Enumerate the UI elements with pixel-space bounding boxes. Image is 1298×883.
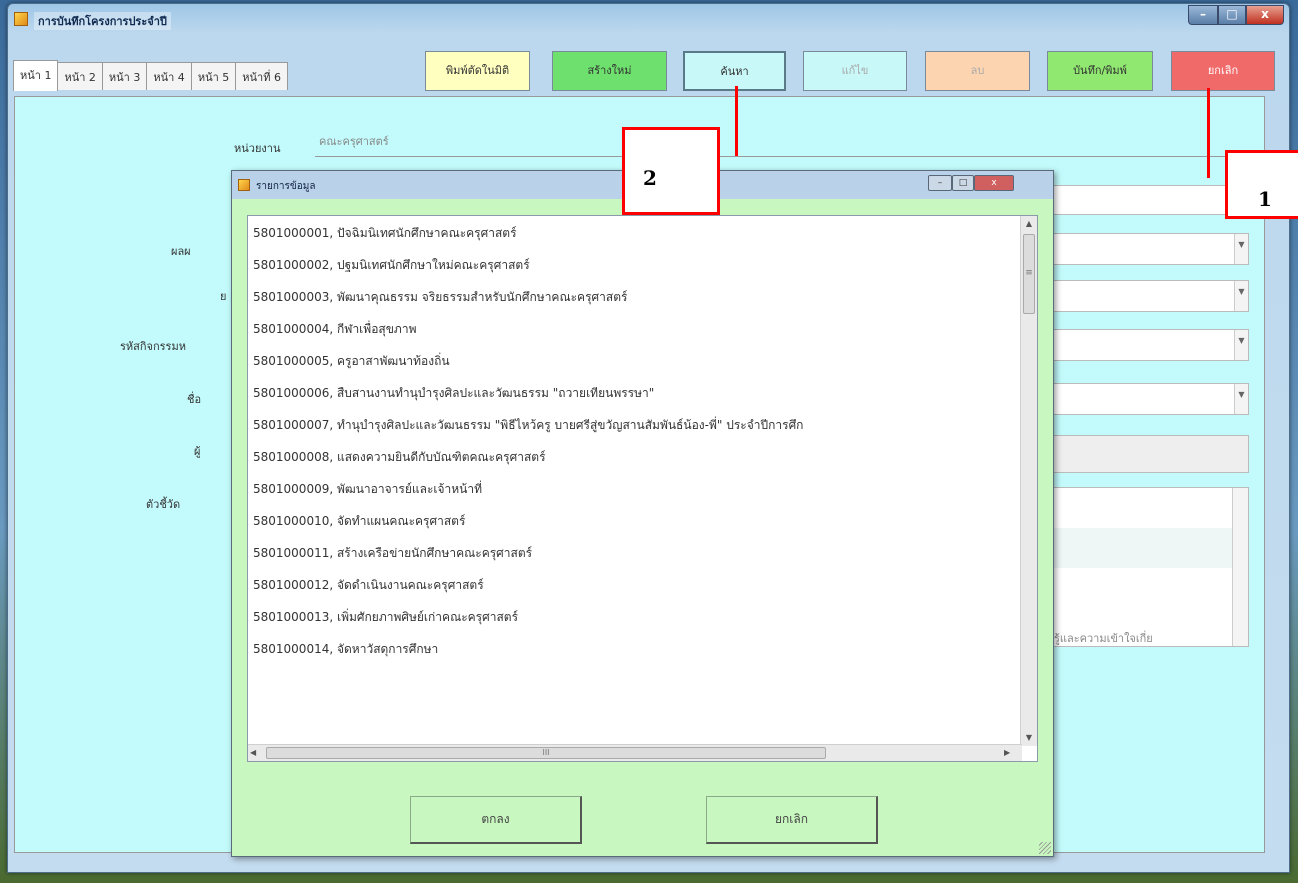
callout-2-line [735,86,738,156]
minimize-button[interactable]: – [1188,5,1218,25]
tab-strip: หน้า 1 หน้า 2 หน้า 3 หน้า 4 หน้า 5 หน้าท… [13,60,288,92]
unit-field[interactable]: คณะครุศาสตร์ [315,131,1245,157]
cancel-button[interactable]: ยกเลิก [1171,51,1275,91]
tab-page-2[interactable]: หน้า 2 [57,62,103,90]
output-dropdown[interactable]: ▼ [1053,233,1249,265]
ok-button[interactable]: ตกลง [410,796,582,844]
list-item[interactable]: 5801000009, พัฒนาอาจารย์และเจ้าหน้าที่ [248,472,1037,504]
create-button[interactable]: สร้างใหม่ [552,51,667,91]
horizontal-scrollbar[interactable]: ◀ III ▶ [248,744,1022,761]
callout-2: 2 [622,127,720,215]
scrollbar[interactable] [1232,488,1248,646]
list-row [1054,528,1232,568]
label-name: ชื่อ [187,393,202,406]
window-title: การบันทึกโครงการประจำปี [34,12,171,30]
save-print-button[interactable]: บันทึก/พิมพ์ [1047,51,1153,91]
callout-1-line [1207,88,1210,178]
tab-page-1[interactable]: หน้า 1 [13,60,59,91]
label-2: ย [220,290,227,303]
chevron-down-icon[interactable]: ▼ [1234,234,1248,264]
list-item[interactable]: 5801000013, เพิ่มศักยภาพศิษย์เก่าคณะครุศ… [248,600,1037,632]
print-all-button[interactable]: พิมพ์ตัดในมิติ [425,51,530,91]
list-item[interactable]: 5801000005, ครูอาสาพัฒนาท้องถิ่น [248,344,1037,376]
resize-grip-icon[interactable] [1039,842,1051,854]
list-item[interactable]: 5801000003, พัฒนาคุณธรรม จริยธรรมสำหรับน… [248,280,1037,312]
dialog-cancel-button[interactable]: ยกเลิก [706,796,878,844]
list-item[interactable]: 5801000007, ทำนุบำรุงศิลปะและวัฒนธรรม "พ… [248,408,1037,440]
delete-button[interactable]: ลบ [925,51,1030,91]
close-button[interactable]: x [1246,5,1284,25]
unit-label: หน่วยงาน [234,142,281,155]
indicator-text: รู้และความเข้าใจเกี่ย [1054,632,1153,645]
search-button[interactable]: ค้นหา [683,51,786,91]
chevron-down-icon[interactable]: ▼ [1234,330,1248,360]
list-item[interactable]: 5801000004, กีฬาเพื่อสุขภาพ [248,312,1037,344]
tab-page-3[interactable]: หน้า 3 [101,62,148,90]
dialog-minimize-button[interactable]: – [928,175,952,191]
dialog-maximize-button[interactable]: □ [952,175,974,191]
label-activity-code: รหัสกิจกรรมห [120,340,186,353]
list-item[interactable]: 5801000011, สร้างเครือข่ายนักศึกษาคณะครุ… [248,536,1037,568]
list-item[interactable]: 5801000002, ปฐมนิเทศนักศึกษาใหม่คณะครุศา… [248,248,1037,280]
scroll-right-icon[interactable]: ▶ [1004,745,1018,761]
edit-button[interactable]: แก้ไข [803,51,907,91]
horizontal-scroll-thumb[interactable]: III [266,747,826,759]
app-icon [14,12,28,26]
dropdown-2[interactable]: ▼ [1053,280,1249,312]
scroll-up-icon[interactable]: ▲ [1021,216,1037,232]
activity-code-dropdown[interactable]: ▼ [1053,329,1249,361]
vertical-scroll-thumb[interactable]: ≡ [1023,234,1035,314]
dialog-title: รายการข้อมูล [256,181,316,192]
label-owner: ผู้ [194,445,201,458]
list-item[interactable]: 5801000012, จัดดำเนินงานคณะครุศาสตร์ [248,568,1037,600]
owner-field[interactable] [1053,435,1249,473]
title-bar[interactable]: การบันทึกโครงการประจำปี – □ x [8,4,1289,34]
scroll-down-icon[interactable]: ▼ [1021,730,1037,746]
list-item[interactable]: 5801000006, สืบสานงานทำนุบำรุงศิลปะและวั… [248,376,1037,408]
dialog-close-button[interactable]: x [974,175,1014,191]
indicator-list[interactable]: รู้และความเข้าใจเกี่ย [1053,487,1249,647]
label-output: ผลผ [171,245,191,258]
label-indicator: ตัวชี้วัด [146,498,181,511]
list-item[interactable]: 5801000001, ปัจฉิมนิเทศนักศึกษาคณะครุศาส… [248,216,1037,248]
list-item[interactable]: 5801000008, แสดงความยินดีกับบัณฑิตคณะครุ… [248,440,1037,472]
list-item[interactable]: 5801000010, จัดทำแผนคณะครุศาสตร์ [248,504,1037,536]
maximize-button[interactable]: □ [1218,5,1246,25]
tab-page-6[interactable]: หน้าที่ 6 [235,62,288,90]
chevron-down-icon[interactable]: ▼ [1234,384,1248,414]
chevron-down-icon[interactable]: ▼ [1234,281,1248,311]
tab-page-5[interactable]: หน้า 5 [190,62,237,90]
list-item[interactable]: 5801000014, จัดหาวัสดุการศึกษา [248,632,1037,664]
data-listbox[interactable]: 5801000001, ปัจฉิมนิเทศนักศึกษาคณะครุศาส… [247,215,1038,762]
vertical-scrollbar[interactable]: ▲ ≡ ▼ [1020,216,1037,746]
scroll-left-icon[interactable]: ◀ [250,745,264,761]
tab-page-4[interactable]: หน้า 4 [146,62,192,90]
callout-1: 1 [1225,150,1298,219]
data-list-dialog: รายการข้อมูล – □ x 5801000001, ปัจฉิมนิเ… [231,170,1054,857]
name-dropdown[interactable]: ▼ [1053,383,1249,415]
dialog-icon [238,179,250,191]
field-1[interactable] [1053,185,1249,215]
